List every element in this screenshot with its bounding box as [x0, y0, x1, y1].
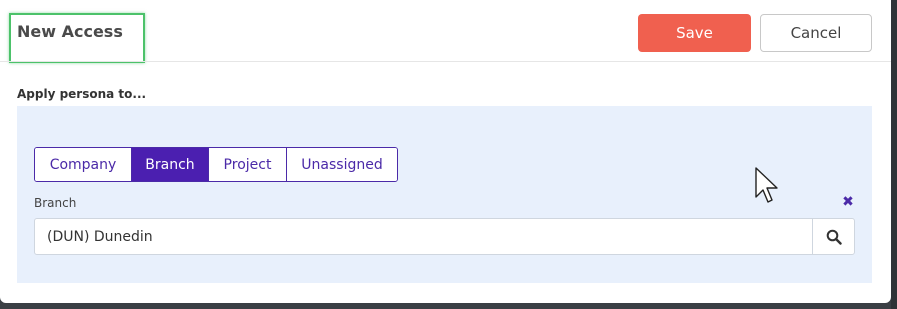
search-icon [826, 229, 842, 245]
dialog-title: New Access [17, 22, 123, 41]
mouse-pointer-icon [755, 167, 778, 203]
branch-input[interactable] [35, 219, 812, 254]
apply-persona-label: Apply persona to... [17, 87, 147, 101]
scope-tab-project[interactable]: Project [209, 148, 287, 181]
apply-panel [17, 106, 872, 283]
background-edge [891, 0, 897, 309]
branch-field-label: Branch [34, 196, 77, 210]
save-button[interactable]: Save [638, 14, 751, 52]
scope-segmented-control: Company Branch Project Unassigned [34, 147, 398, 182]
header-divider [0, 61, 891, 62]
cancel-button[interactable]: Cancel [760, 14, 872, 52]
new-access-dialog: New Access Save Cancel Apply persona to.… [0, 0, 891, 303]
clear-icon[interactable]: ✖ [841, 194, 855, 210]
branch-field [34, 218, 855, 255]
scope-tab-branch[interactable]: Branch [132, 148, 209, 181]
search-button[interactable] [812, 219, 854, 254]
scope-tab-unassigned[interactable]: Unassigned [287, 148, 397, 181]
scope-tab-company[interactable]: Company [35, 148, 132, 181]
